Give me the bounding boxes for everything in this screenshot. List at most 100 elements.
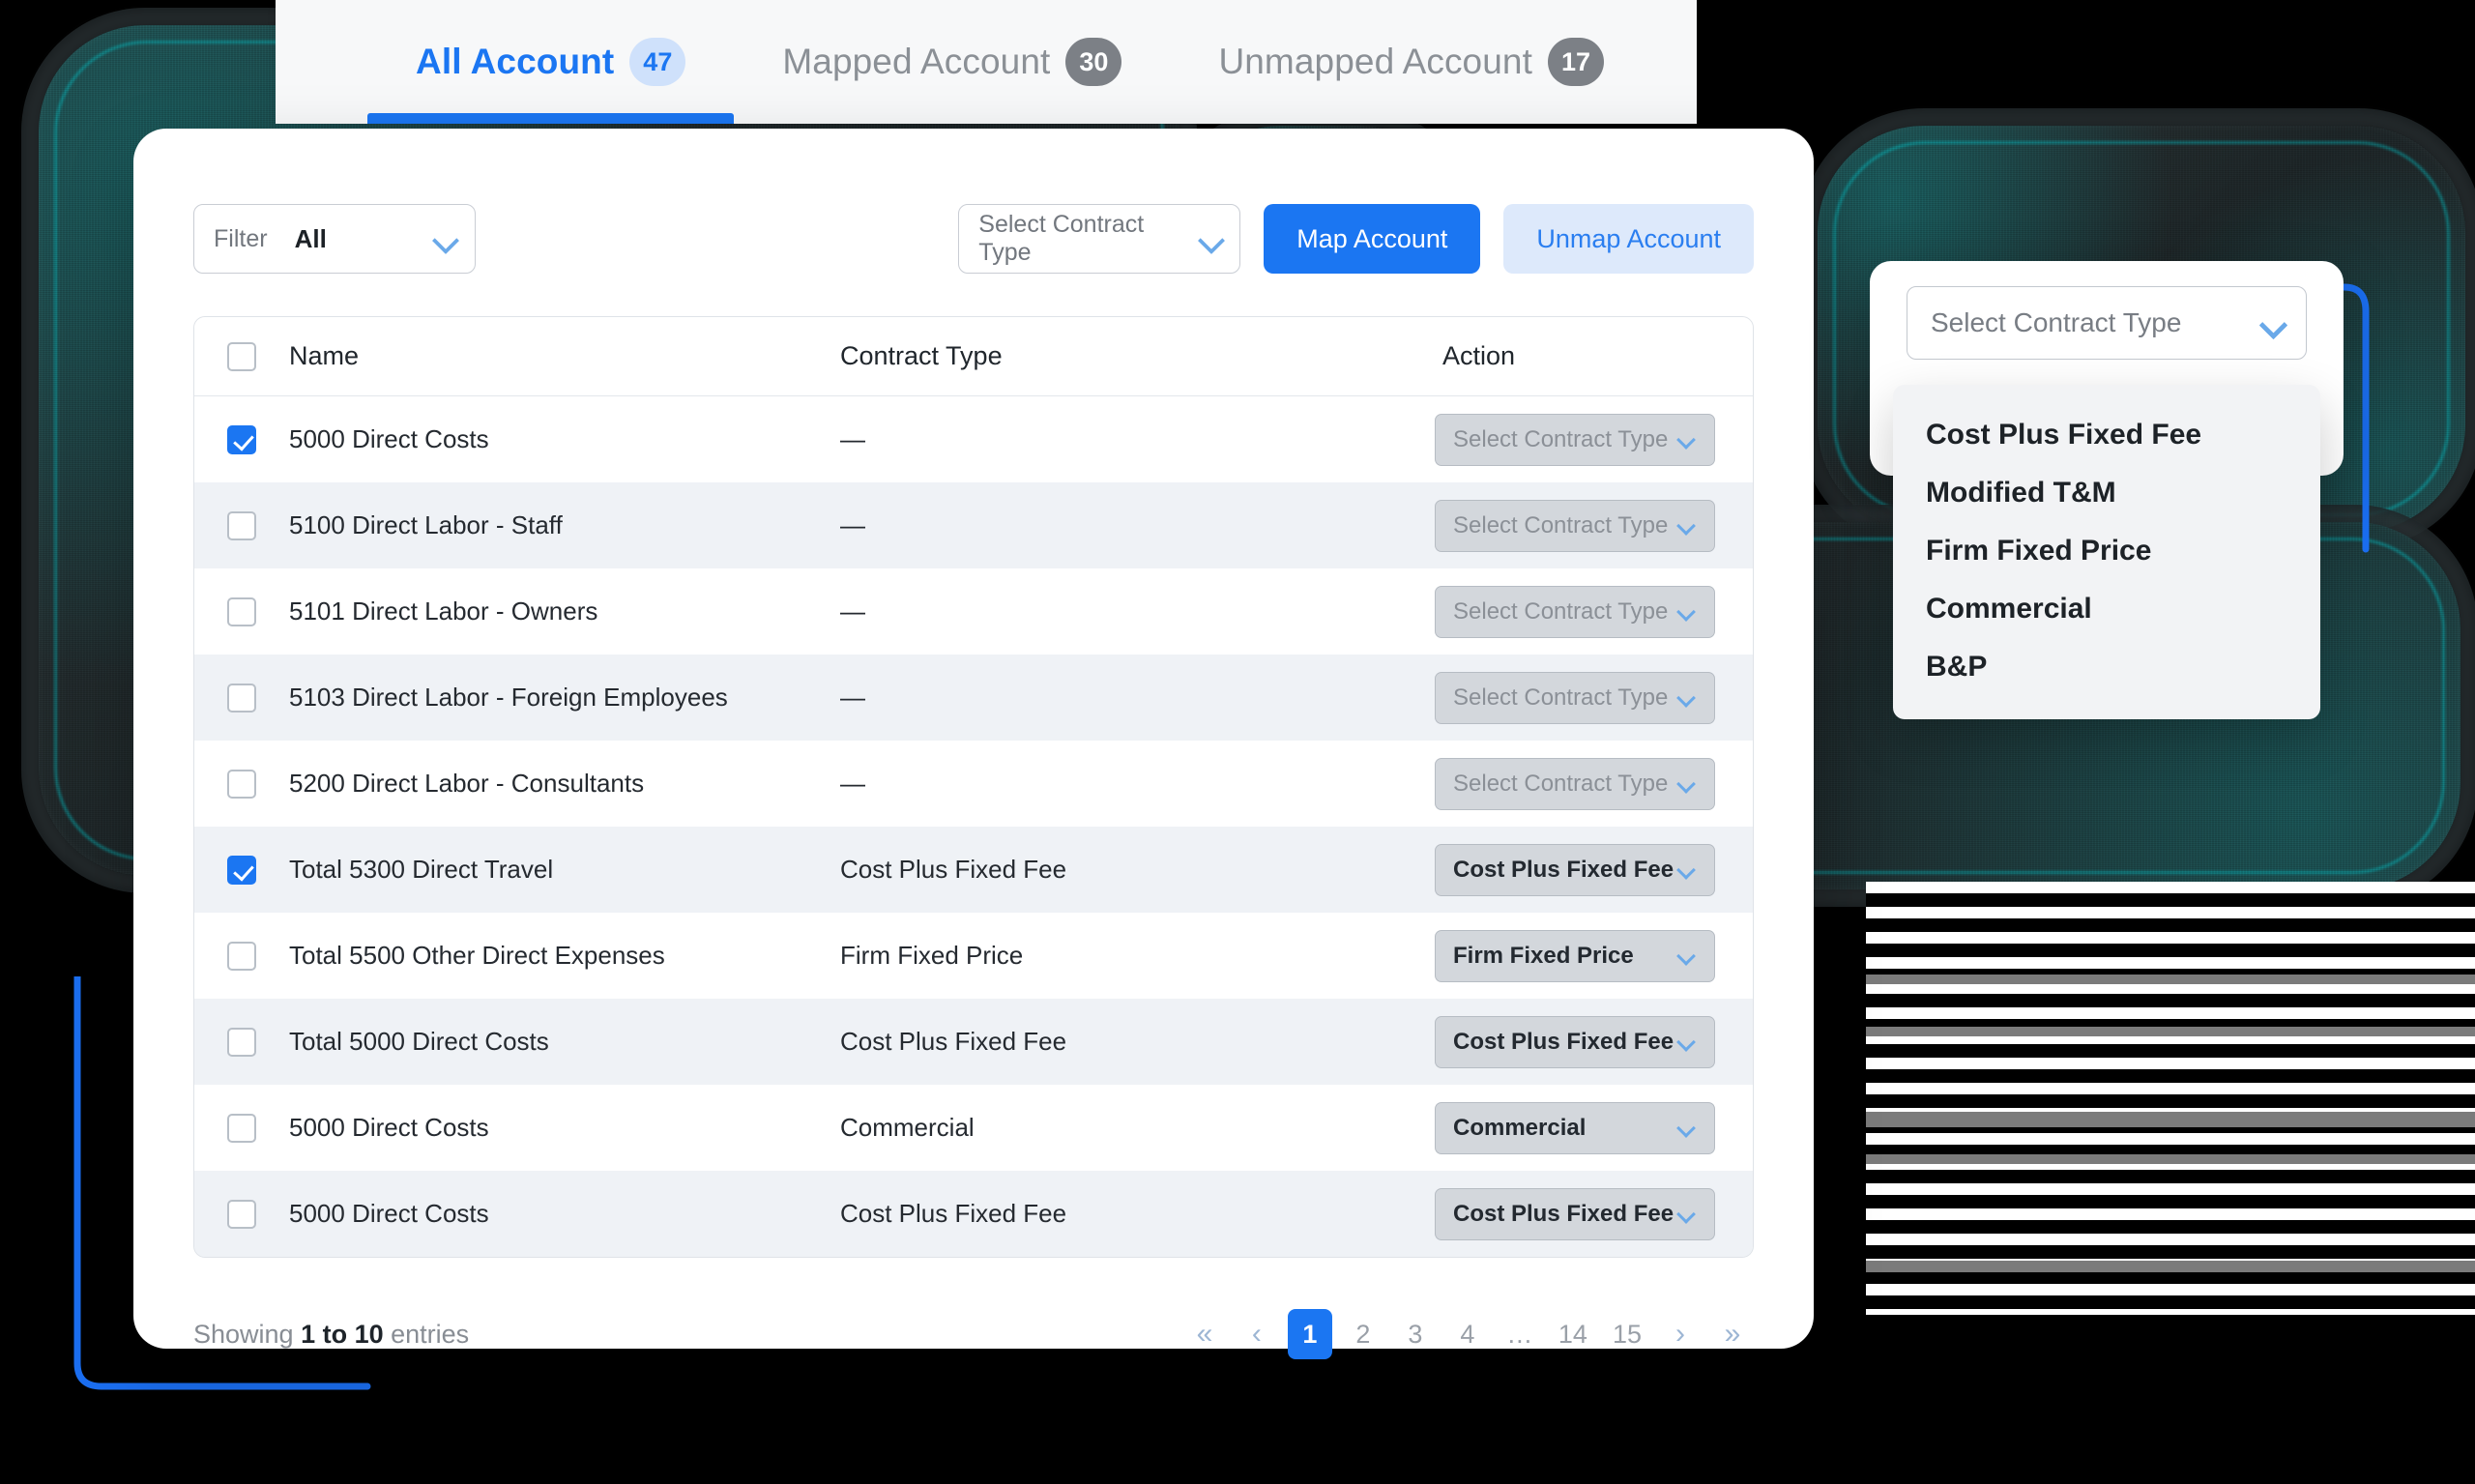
filter-value: All [294, 223, 327, 253]
row-name: 5100 Direct Labor - Staff [289, 510, 563, 539]
pagination-page[interactable]: 14 [1551, 1309, 1595, 1359]
header-name-cell: Name [289, 341, 840, 371]
chevron-down-icon [434, 233, 455, 246]
row-contract-type-cell: — [840, 424, 1435, 454]
contract-type-option[interactable]: Modified T&M [1893, 464, 2320, 522]
pagination-first[interactable]: « [1183, 1309, 1226, 1359]
chevron-down-icon [1676, 1118, 1696, 1138]
row-contract-type-select[interactable]: Cost Plus Fixed Fee [1435, 1015, 1715, 1068]
row-checkbox[interactable] [227, 683, 256, 713]
chevron-down-icon [1676, 946, 1696, 966]
chevron-down-icon [1676, 429, 1696, 450]
table-row: 5101 Direct Labor - Owners — Select Contra… [194, 568, 1753, 655]
row-checkbox[interactable] [227, 941, 256, 971]
row-contract-type: — [840, 510, 865, 539]
pagination-page[interactable]: 2 [1342, 1309, 1384, 1359]
map-account-button[interactable]: Map Account [1264, 204, 1481, 274]
row-checkbox[interactable] [227, 597, 256, 626]
pagination-page-active[interactable]: 1 [1287, 1309, 1332, 1359]
row-checkbox[interactable] [227, 1199, 256, 1229]
contract-type-option[interactable]: Cost Plus Fixed Fee [1893, 406, 2320, 464]
row-contract-type-select[interactable]: Firm Fixed Price [1435, 929, 1715, 982]
tab-unmapped-account[interactable]: Unmapped Account 17 [1170, 0, 1652, 124]
row-contract-type-select[interactable]: Select Contract Type [1435, 499, 1715, 552]
row-name-cell: 5200 Direct Labor - Consultants [289, 769, 840, 799]
row-action-cell: Select Contract Type [1435, 413, 1753, 466]
account-mapping-card: Filter All Select Contract Type Map Acco… [133, 129, 1814, 1359]
table-header-row: Name Contract Type Action [194, 317, 1753, 396]
row-contract-type-select[interactable]: Select Contract Type [1435, 757, 1715, 810]
row-action-cell: Cost Plus Fixed Fee [1435, 843, 1753, 896]
row-checkbox[interactable] [227, 855, 256, 885]
row-select-cell [194, 597, 289, 626]
row-contract-type-select[interactable]: Cost Plus Fixed Fee [1435, 1187, 1715, 1240]
chevron-down-icon [1676, 859, 1696, 880]
chevron-down-icon [1676, 687, 1696, 708]
header-action-label: Action [1442, 341, 1516, 370]
table-row: Total 5300 Direct Travel Cost Plus Fixed … [194, 827, 1753, 913]
pagination-prev[interactable]: ‹ [1236, 1309, 1278, 1359]
row-checkbox[interactable] [227, 1113, 256, 1143]
row-contract-type-cell: — [840, 510, 1435, 540]
row-contract-type-select-value: Select Contract Type [1453, 425, 1669, 452]
contract-type-option[interactable]: Commercial [1893, 580, 2320, 638]
unmap-account-button[interactable]: Unmap Account [1503, 204, 1754, 274]
pagination-page[interactable]: 15 [1605, 1309, 1649, 1359]
chevron-down-icon [1676, 773, 1696, 794]
row-name-cell: 5103 Direct Labor - Foreign Employees [289, 683, 840, 713]
row-name-cell: Total 5000 Direct Costs [289, 1027, 840, 1057]
row-contract-type-select[interactable]: Select Contract Type [1435, 671, 1715, 724]
chevron-down-icon [1200, 233, 1221, 246]
filter-dropdown[interactable]: Filter All [193, 204, 476, 274]
contract-type-option-list: Cost Plus Fixed Fee Modified T&M Firm Fixe… [1893, 385, 2320, 719]
row-name: 5101 Direct Labor - Owners [289, 597, 598, 626]
chevron-down-icon [1676, 1032, 1696, 1052]
row-contract-type-select[interactable]: Select Contract Type [1435, 413, 1715, 466]
row-contract-type-cell: Firm Fixed Price [840, 941, 1435, 971]
row-select-cell [194, 1199, 289, 1229]
row-contract-type: — [840, 769, 865, 798]
toolbar-actions: Select Contract Type Map Account Unmap A… [958, 204, 1754, 274]
row-name: 5000 Direct Costs [289, 1199, 489, 1228]
account-tabs: All Account 47 Mapped Account 30 Unmappe… [276, 0, 1697, 124]
row-name: 5000 Direct Costs [289, 1113, 489, 1142]
table-toolbar: Filter All Select Contract Type Map Acco… [193, 204, 1754, 274]
row-contract-type: Commercial [840, 1113, 975, 1142]
row-contract-type-select-value: Commercial [1453, 1114, 1587, 1141]
row-checkbox[interactable] [227, 1027, 256, 1057]
pagination-last[interactable]: » [1711, 1309, 1754, 1359]
decorative-stripes [1866, 882, 2475, 1315]
row-name: 5000 Direct Costs [289, 424, 489, 453]
tab-unmapped-account-badge: 17 [1547, 38, 1605, 86]
chevron-down-icon [1676, 1204, 1696, 1224]
row-contract-type-select[interactable]: Commercial [1435, 1101, 1715, 1154]
contract-type-option[interactable]: B&P [1893, 638, 2320, 696]
contract-type-dropdown[interactable]: Select Contract Type [958, 204, 1241, 274]
dropdown-panel-trigger[interactable]: Select Contract Type [1907, 286, 2307, 360]
dropdown-panel-placeholder: Select Contract Type [1931, 307, 2182, 337]
row-action-cell: Select Contract Type [1435, 585, 1753, 638]
row-contract-type: Firm Fixed Price [840, 941, 1024, 970]
row-checkbox[interactable] [227, 510, 256, 540]
row-select-cell [194, 424, 289, 454]
row-select-cell [194, 769, 289, 799]
pagination-page[interactable]: … [1499, 1309, 1541, 1359]
table-row: 5103 Direct Labor - Foreign Employees — Se… [194, 655, 1753, 741]
pagination-page[interactable]: 3 [1394, 1309, 1437, 1359]
tab-active-underline [367, 113, 735, 124]
tab-all-account[interactable]: All Account 47 [367, 0, 735, 124]
pagination-page[interactable]: 4 [1446, 1309, 1489, 1359]
table-row: 5000 Direct Costs Cost Plus Fixed Fee Cost… [194, 1171, 1753, 1257]
accounts-table: Name Contract Type Action 5000 Direct Co… [193, 316, 1754, 1258]
select-all-checkbox[interactable] [227, 341, 256, 371]
row-contract-type-select[interactable]: Cost Plus Fixed Fee [1435, 843, 1715, 896]
pagination-next[interactable]: › [1659, 1309, 1702, 1359]
tab-mapped-account[interactable]: Mapped Account 30 [734, 0, 1170, 124]
row-action-cell: Select Contract Type [1435, 671, 1753, 724]
contract-type-option[interactable]: Firm Fixed Price [1893, 522, 2320, 580]
header-contract-type-label: Contract Type [840, 341, 1003, 370]
row-checkbox[interactable] [227, 424, 256, 454]
row-select-cell [194, 1113, 289, 1143]
row-contract-type-select[interactable]: Select Contract Type [1435, 585, 1715, 638]
row-checkbox[interactable] [227, 769, 256, 799]
